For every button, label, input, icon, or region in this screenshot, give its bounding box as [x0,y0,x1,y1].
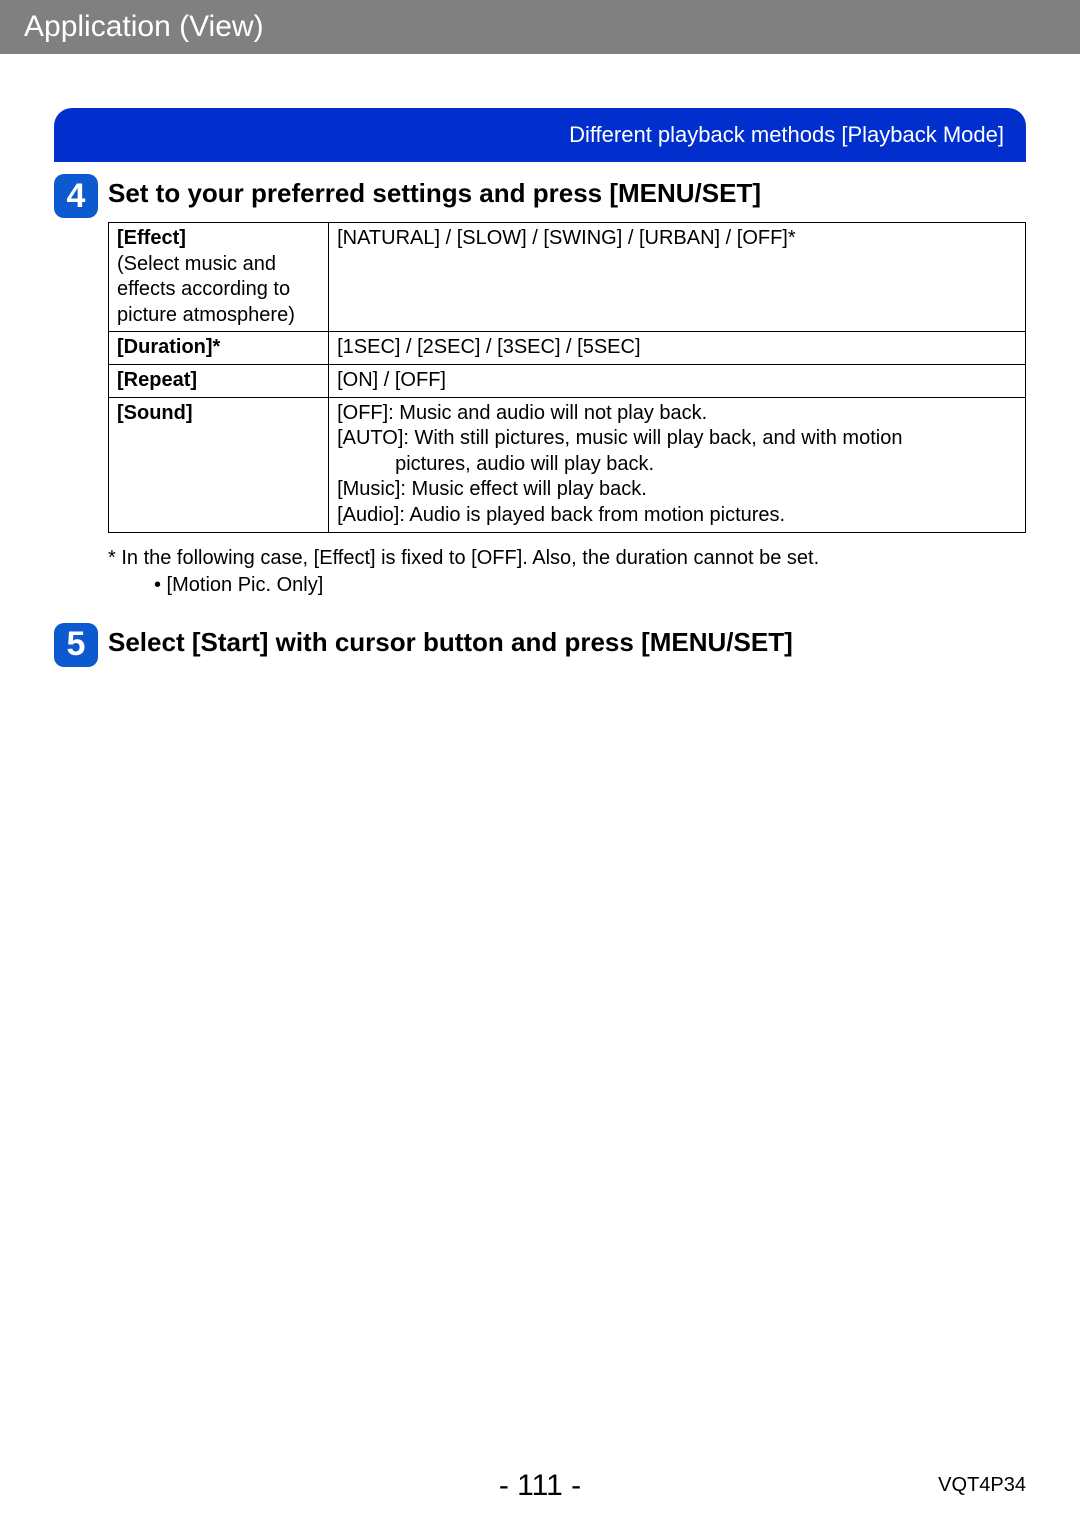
app-title: Application (View) [24,10,264,43]
effect-label: [Effect] [117,227,186,249]
doc-code: VQT4P34 [938,1474,1026,1497]
step-5-title: Select [Start] with cursor button and pr… [108,623,793,658]
breadcrumb-bar: Different playback methods [Playback Mod… [54,108,1026,162]
effect-label-cell: [Effect] (Select music and effects accor… [109,223,329,332]
sound-line-1: [AUTO]: With still pictures, music will … [337,427,902,449]
table-row: [Duration]* [1SEC] / [2SEC] / [3SEC] / [… [109,332,1026,365]
app-header: Application (View) [0,0,1080,54]
table-row: [Effect] (Select music and effects accor… [109,223,1026,332]
step-4-title: Set to your preferred settings and press… [108,174,761,209]
page-number: - 111 - [0,1469,1080,1503]
duration-label: [Duration]* [109,332,329,365]
step-5-badge: 5 [54,623,98,667]
sound-value: [OFF]: Music and audio will not play bac… [329,397,1026,532]
effect-sublabel: (Select music and effects according to p… [117,253,295,326]
table-row: [Sound] [OFF]: Music and audio will not … [109,397,1026,532]
step-4-badge: 4 [54,174,98,218]
duration-value: [1SEC] / [2SEC] / [3SEC] / [5SEC] [329,332,1026,365]
step-4: 4 Set to your preferred settings and pre… [54,174,1026,218]
effect-value: [NATURAL] / [SLOW] / [SWING] / [URBAN] /… [329,223,1026,332]
sound-line-0: [OFF]: Music and audio will not play bac… [337,402,707,424]
breadcrumb-text: Different playback methods [Playback Mod… [569,122,1004,148]
repeat-value: [ON] / [OFF] [329,364,1026,397]
sound-line-3: [Music]: Music effect will play back. [337,478,647,500]
footnote-star: * In the following case, [Effect] is fix… [108,545,1026,572]
sound-label: [Sound] [109,397,329,532]
repeat-label: [Repeat] [109,364,329,397]
step-5: 5 Select [Start] with cursor button and … [54,623,1026,667]
sound-line-2: pictures, audio will play back. [337,452,1017,478]
step-4-body: [Effect] (Select music and effects accor… [108,222,1026,599]
table-row: [Repeat] [ON] / [OFF] [109,364,1026,397]
settings-table: [Effect] (Select music and effects accor… [108,222,1026,533]
page-content: Different playback methods [Playback Mod… [0,108,1080,667]
footnote-bullet: • [Motion Pic. Only] [108,572,1026,599]
sound-line-4: [Audio]: Audio is played back from motio… [337,504,785,526]
